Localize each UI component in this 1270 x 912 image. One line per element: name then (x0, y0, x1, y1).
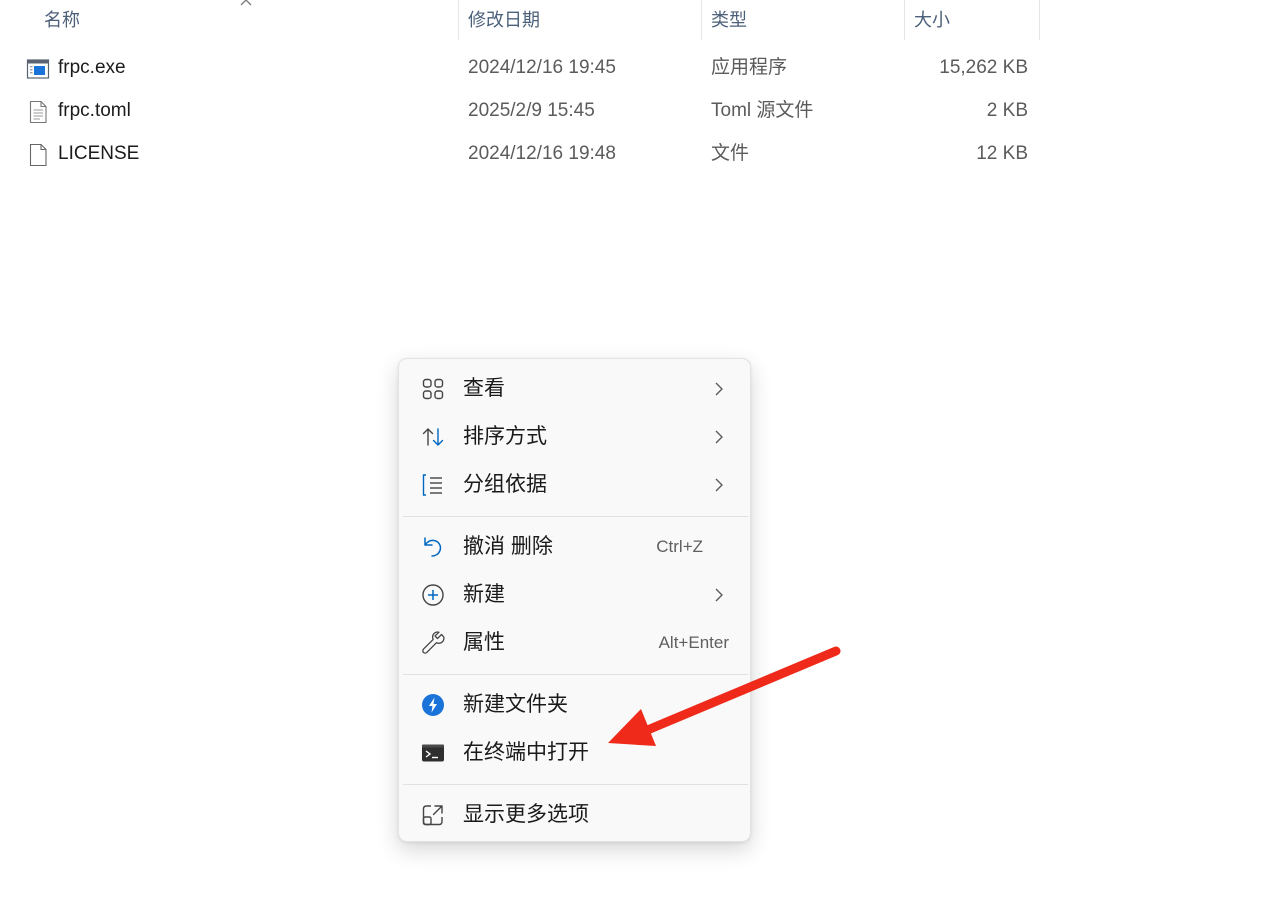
chevron-right-icon (715, 430, 723, 444)
column-modified-label: 修改日期 (468, 10, 540, 30)
column-size-label: 大小 (914, 10, 950, 30)
sort-icon (422, 428, 444, 446)
wrench-icon (422, 631, 445, 654)
column-size-header[interactable]: 大小 (906, 0, 1040, 40)
menu-item-label: 查看 (463, 377, 505, 400)
file-modified: 2024/12/16 19:48 (468, 143, 616, 164)
column-type-label: 类型 (711, 10, 747, 30)
column-header: 名称 修改日期 类型 大小 (0, 0, 1040, 40)
undo-icon (424, 537, 442, 557)
menu-item-label: 新建文件夹 (463, 693, 568, 716)
file-row[interactable]: frpc.exe 2024/12/16 19:45 应用程序 15,262 KB (0, 48, 1040, 88)
file-modified: 2025/2/9 15:45 (468, 100, 595, 121)
sort-ascending-icon (240, 0, 252, 6)
group-list-icon (422, 474, 442, 496)
open-external-icon (422, 805, 443, 826)
menu-item-show-more-options[interactable]: 显示更多选项 (403, 792, 746, 838)
terminal-icon (422, 744, 444, 762)
lightning-app-icon (422, 694, 444, 716)
annotation-arrow-icon (608, 646, 841, 746)
menu-separator (403, 516, 748, 517)
file-type: 文件 (711, 143, 750, 164)
chevron-right-icon (715, 382, 723, 396)
menu-item-label: 撤消 删除 (463, 535, 553, 558)
blank-file-icon (29, 143, 47, 167)
menu-separator (403, 784, 748, 785)
menu-item-new[interactable]: 新建 (403, 572, 746, 618)
context-menu: 查看 排序方式 分组依据 撤消 删除 Ctrl+Z 新建 属性 Alt+Ente… (398, 358, 751, 842)
file-type: 应用程序 (711, 57, 788, 78)
column-type-header[interactable]: 类型 (703, 0, 905, 40)
view-grid-icon (422, 378, 444, 400)
chevron-right-icon (715, 478, 723, 492)
file-size: 12 KB (976, 143, 1028, 164)
menu-item-label: 显示更多选项 (463, 803, 589, 826)
column-name-label: 名称 (44, 10, 80, 30)
chevron-right-icon (715, 588, 723, 602)
menu-item-label: 分组依据 (463, 473, 547, 496)
exe-file-icon (26, 59, 50, 79)
menu-item-view[interactable]: 查看 (403, 366, 746, 412)
file-size: 15,262 KB (939, 57, 1028, 78)
menu-item-shortcut: Ctrl+Z (656, 537, 703, 556)
file-modified: 2024/12/16 19:45 (468, 57, 616, 78)
menu-item-undo-delete[interactable]: 撤消 删除 Ctrl+Z (403, 524, 746, 570)
menu-item-sort[interactable]: 排序方式 (403, 414, 746, 460)
menu-item-label: 属性 (463, 631, 505, 654)
file-name: frpc.toml (58, 100, 131, 121)
menu-item-label: 在终端中打开 (463, 741, 589, 764)
column-modified-header[interactable]: 修改日期 (460, 0, 702, 40)
file-row[interactable]: frpc.toml 2025/2/9 15:45 Toml 源文件 2 KB (0, 91, 1040, 131)
text-file-icon (29, 100, 47, 124)
menu-item-label: 新建 (463, 583, 505, 606)
file-name: LICENSE (58, 143, 140, 164)
file-name: frpc.exe (58, 57, 126, 78)
file-type: Toml 源文件 (711, 100, 814, 121)
file-size: 2 KB (986, 100, 1028, 121)
add-circle-icon (422, 584, 444, 606)
file-row[interactable]: LICENSE 2024/12/16 19:48 文件 12 KB (0, 134, 1040, 174)
menu-item-label: 排序方式 (463, 425, 547, 448)
menu-item-group-by[interactable]: 分组依据 (403, 462, 746, 508)
